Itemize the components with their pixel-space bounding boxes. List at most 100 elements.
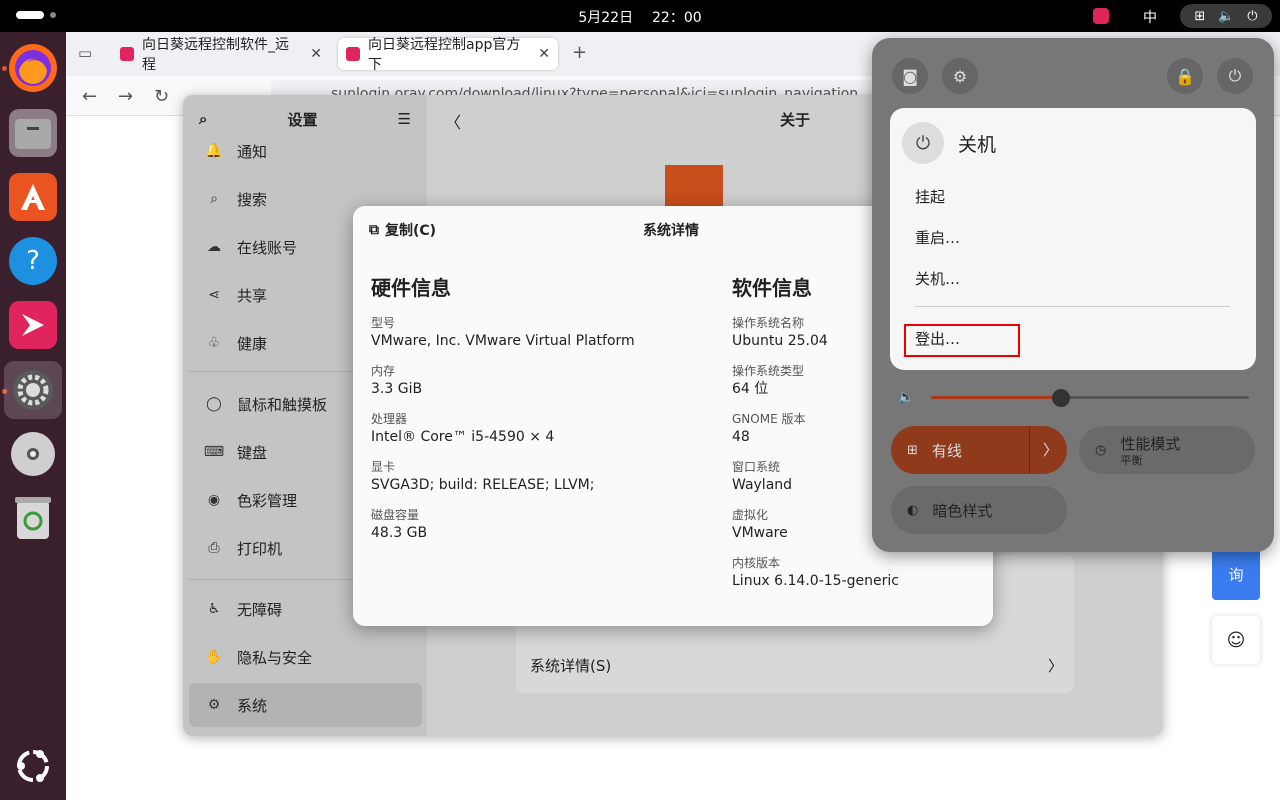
page-side-widgets: 询 ☺ bbox=[1212, 548, 1260, 668]
volume-slider-handle[interactable] bbox=[1052, 389, 1071, 407]
copy-icon: ⧉ bbox=[369, 222, 379, 238]
bell-icon: 🔔 bbox=[205, 143, 223, 159]
sidebar-item-label: 共享 bbox=[237, 286, 268, 305]
chevron-right-icon[interactable]: 〉 bbox=[1043, 439, 1058, 460]
tab-list-icon[interactable]: ▭ bbox=[78, 44, 92, 62]
network-wired-icon: ⊞ bbox=[907, 442, 918, 458]
sidebar-item-system[interactable]: ⚙ 系统 bbox=[189, 683, 422, 727]
color-icon: ◉ bbox=[207, 492, 221, 508]
hardware-field: 显卡 SVGA3D; build: RELEASE; LLVM; bbox=[371, 460, 595, 493]
menu-icon[interactable]: ☰ bbox=[398, 110, 411, 128]
close-tab-icon[interactable]: ✕ bbox=[310, 46, 322, 62]
system-menu-button[interactable]: ⊞ 🔈 ⏻ bbox=[1180, 4, 1272, 28]
search-icon[interactable]: ⌕ bbox=[199, 110, 207, 128]
clock-date: 5月22日 bbox=[578, 10, 634, 26]
menu-divider bbox=[915, 306, 1230, 307]
gear-icon[interactable]: ⚙ bbox=[942, 58, 978, 94]
volume-icon: 🔈 bbox=[1218, 8, 1235, 24]
volume-slider[interactable] bbox=[931, 389, 1249, 407]
input-method-indicator[interactable]: 中 bbox=[1143, 7, 1157, 27]
top-bar: 5月22日 22：00 中 ⊞ 🔈 ⏻ bbox=[0, 0, 1280, 32]
wellbeing-icon: ♧ bbox=[207, 335, 221, 351]
sidebar-item-privacy[interactable]: ✋ 隐私与安全 bbox=[189, 635, 422, 679]
tab-label: 向日葵远程控制app官方下 bbox=[368, 37, 521, 73]
sidebar-title: 设置 bbox=[287, 110, 318, 129]
sidebar-item-label: 健康 bbox=[237, 334, 268, 353]
consult-label: 询 bbox=[1228, 565, 1244, 584]
firefox-icon[interactable] bbox=[9, 44, 57, 92]
close-tab-icon[interactable]: ✕ bbox=[538, 46, 550, 62]
files-icon[interactable] bbox=[9, 109, 57, 157]
software-field: 内核版本 Linux 6.14.0-15-generic bbox=[732, 556, 899, 589]
tile-divider bbox=[1029, 426, 1030, 474]
volume-slider-fill bbox=[931, 396, 1062, 399]
help-icon[interactable]: ? bbox=[9, 237, 57, 285]
gear-icon: ⚙ bbox=[207, 697, 221, 713]
power-mode-value: 平衡 bbox=[1120, 453, 1143, 467]
accessibility-icon: ♿ bbox=[207, 601, 221, 617]
sunlogin-tray-icon[interactable] bbox=[1093, 8, 1109, 24]
power-off-item[interactable]: 关机… bbox=[915, 268, 960, 289]
disc-icon[interactable] bbox=[9, 430, 57, 478]
sidebar-item-label: 系统 bbox=[237, 696, 268, 715]
hardware-field: 处理器 Intel® Core™ i5-4590 × 4 bbox=[371, 412, 555, 445]
power-icon[interactable]: ⏻ bbox=[1217, 58, 1253, 94]
chevron-right-icon: 〉 bbox=[1048, 657, 1064, 675]
lock-icon[interactable]: 🔒 bbox=[1167, 58, 1203, 94]
keyboard-icon: ⌨ bbox=[203, 444, 225, 460]
dialog-title: 系统详情 bbox=[643, 223, 699, 239]
settings-icon[interactable] bbox=[4, 361, 62, 419]
power-mode-label: 性能模式 bbox=[1120, 434, 1181, 453]
show-apps-icon[interactable] bbox=[9, 742, 57, 790]
consult-button[interactable]: 询 bbox=[1212, 548, 1260, 600]
sidebar-item-label: 无障碍 bbox=[237, 600, 283, 619]
power-mode-toggle[interactable]: ◷ 性能模式 平衡 bbox=[1079, 426, 1255, 474]
clock-time: 22：00 bbox=[652, 10, 702, 26]
power-icon: ⏻ bbox=[1247, 8, 1258, 24]
network-wired-icon: ⊞ bbox=[1194, 8, 1206, 24]
dark-style-label: 暗色样式 bbox=[932, 501, 993, 520]
back-icon[interactable]: ← bbox=[82, 86, 97, 107]
dark-style-icon: ◐ bbox=[907, 502, 919, 518]
sidebar-item-label: 色彩管理 bbox=[237, 491, 298, 510]
trash-icon[interactable] bbox=[9, 494, 57, 542]
share-icon: ⋖ bbox=[208, 287, 220, 303]
highlight-box bbox=[904, 324, 1020, 357]
wired-network-toggle[interactable]: ⊞ 有线 〉 bbox=[891, 426, 1067, 474]
search-icon: ⌕ bbox=[210, 191, 218, 207]
copy-button[interactable]: ⧉ 复制(C) bbox=[369, 220, 436, 240]
hardware-field: 型号 VMware, Inc. VMware Virtual Platform bbox=[371, 316, 635, 349]
system-details-row[interactable]: 系统详情(S) bbox=[530, 655, 1060, 676]
new-tab-icon[interactable]: + bbox=[572, 42, 587, 63]
hardware-section: 硬件信息 型号 VMware, Inc. VMware Virtual Platf… bbox=[371, 272, 635, 555]
power-submenu-header: ⏻ 关机 bbox=[902, 122, 996, 164]
hardware-field: 磁盘容量 48.3 GB bbox=[371, 508, 428, 541]
printer-icon: ⎙ bbox=[208, 540, 220, 556]
sidebar-item-notifications[interactable]: 🔔 通知 bbox=[189, 129, 422, 173]
power-submenu-title: 关机 bbox=[958, 133, 997, 156]
dark-style-toggle[interactable]: ◐ 暗色样式 bbox=[891, 486, 1067, 534]
customer-service-icon[interactable]: ☺ bbox=[1212, 616, 1260, 664]
running-indicator bbox=[2, 66, 7, 71]
tab-sunlogin-app[interactable]: 向日葵远程控制app官方下 ✕ bbox=[338, 37, 558, 73]
cloud-icon: ☁ bbox=[207, 239, 221, 255]
hardware-title: 硬件信息 bbox=[371, 276, 451, 300]
forward-icon[interactable]: → bbox=[118, 86, 133, 107]
screenshot-icon[interactable]: ◙ bbox=[892, 58, 928, 94]
quick-settings-menu: ◙ ⚙ 🔒 ⏻ ⏻ 关机 挂起 重启… 关机… 登出… 🔈 ⊞ 有线 〉 ◷ 性… bbox=[872, 38, 1274, 552]
sidebar-item-label: 鼠标和触摸板 bbox=[237, 395, 328, 414]
clock[interactable]: 5月22日 22：00 bbox=[0, 7, 1280, 27]
dock: ? bbox=[0, 32, 66, 800]
hand-icon: ✋ bbox=[205, 649, 223, 665]
sidebar-item-label: 搜索 bbox=[237, 190, 268, 209]
sidebar-item-label: 在线账号 bbox=[237, 238, 298, 257]
sunlogin-icon[interactable] bbox=[9, 301, 57, 349]
copy-label: 复制(C) bbox=[385, 223, 437, 239]
reload-icon[interactable]: ↻ bbox=[154, 86, 169, 107]
power-mode-icon: ◷ bbox=[1095, 442, 1107, 458]
volume-icon[interactable]: 🔈 bbox=[898, 390, 914, 405]
suspend-item[interactable]: 挂起 bbox=[915, 186, 945, 207]
tab-sunlogin-software[interactable]: 向日葵远程控制软件_远程 ✕ bbox=[112, 37, 330, 73]
restart-item[interactable]: 重启… bbox=[915, 227, 960, 248]
app-center-icon[interactable] bbox=[9, 173, 57, 221]
